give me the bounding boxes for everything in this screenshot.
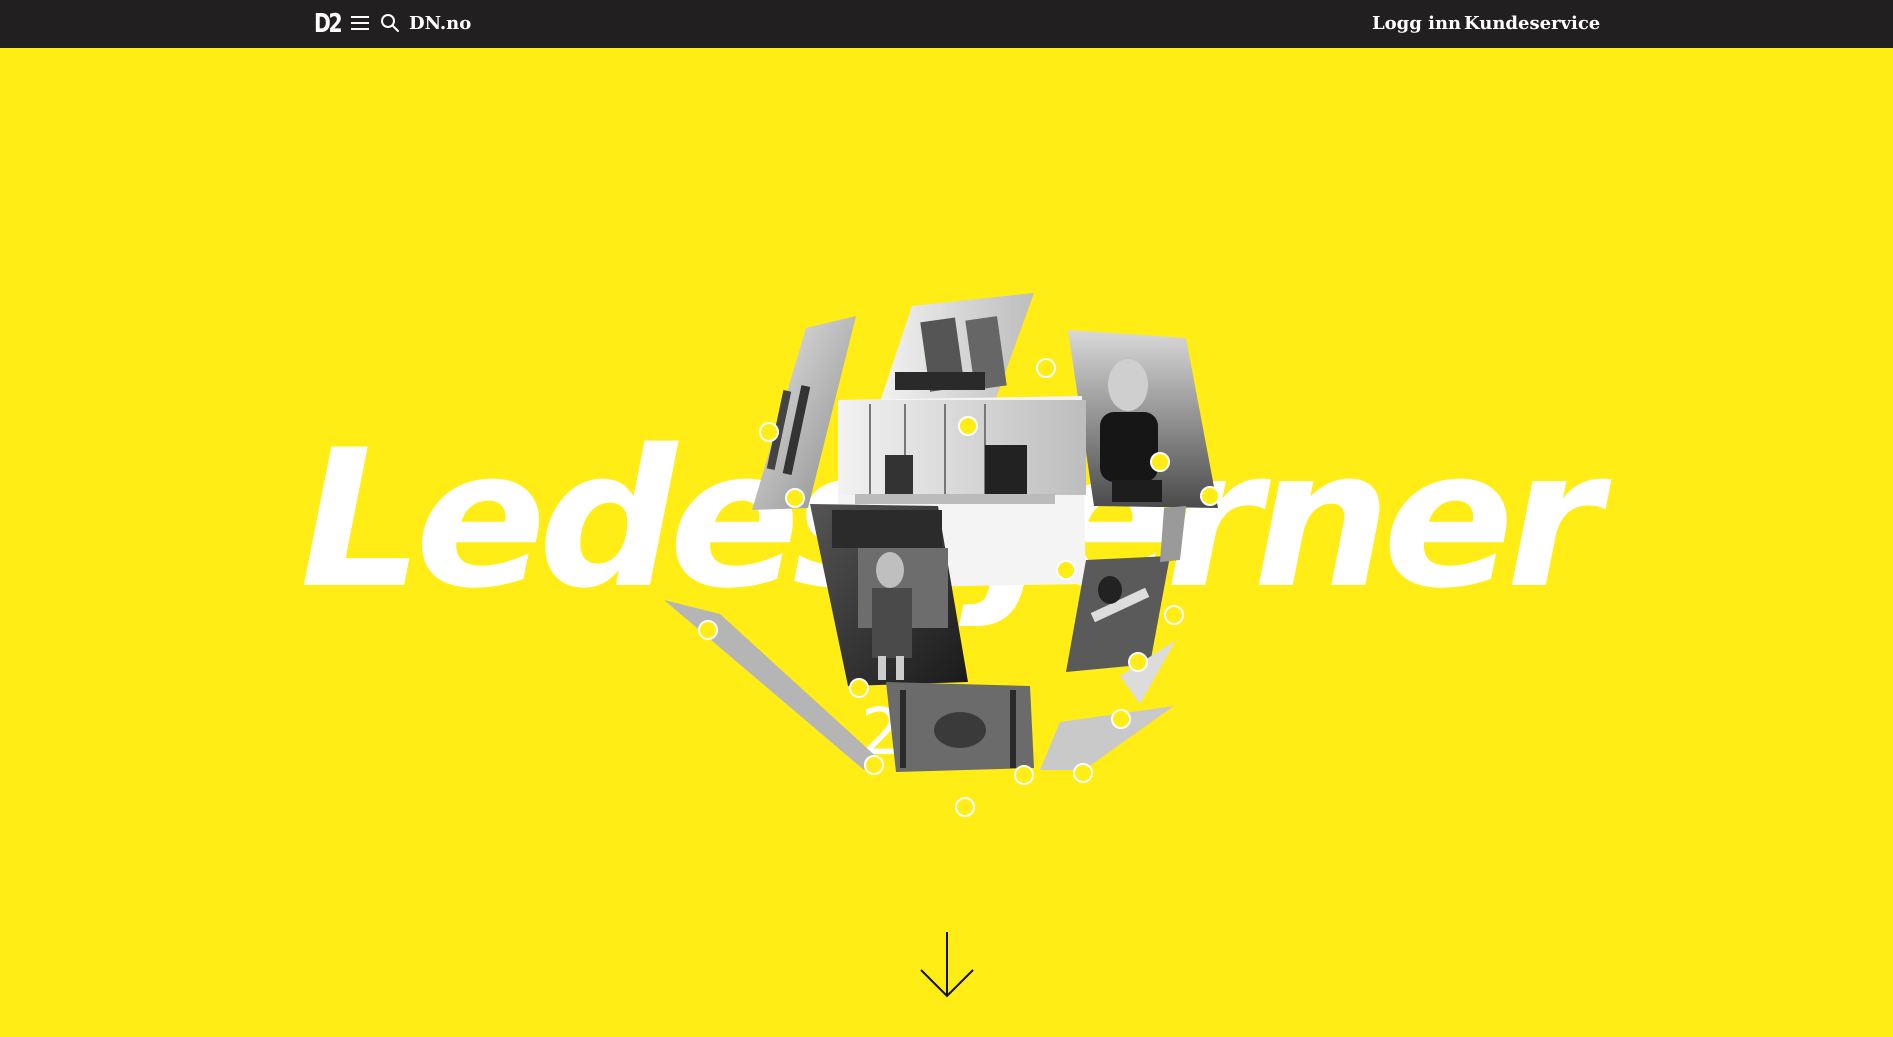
- hotspot-dot[interactable]: [698, 620, 718, 640]
- hotspot-dot[interactable]: [864, 755, 884, 775]
- arrow-down-icon[interactable]: [918, 930, 976, 1000]
- hotspot-dot[interactable]: [785, 488, 805, 508]
- hotspot-dot[interactable]: [759, 422, 779, 442]
- hotspot-dot[interactable]: [1128, 652, 1148, 672]
- hotspot-dot[interactable]: [1111, 709, 1131, 729]
- hotspot-dot[interactable]: [849, 678, 869, 698]
- hotspot-dot[interactable]: [1036, 358, 1056, 378]
- top-navigation-bar: D2 DN.no Logg inn Kundeservice: [0, 0, 1893, 48]
- hamburger-menu-icon[interactable]: [351, 15, 369, 31]
- hotspot-dot[interactable]: [1164, 605, 1184, 625]
- hotspot-dot[interactable]: [1073, 763, 1093, 783]
- dn-home-link[interactable]: DN.no: [409, 12, 471, 36]
- login-link[interactable]: Logg inn: [1372, 12, 1461, 36]
- d2-logo[interactable]: D2: [314, 10, 343, 38]
- portrait-photo-bottom[interactable]: [886, 682, 1034, 772]
- hotspot-dot[interactable]: [1056, 560, 1076, 580]
- customer-service-link[interactable]: Kundeservice: [1464, 12, 1600, 36]
- hotspot-dot[interactable]: [1150, 452, 1170, 472]
- hotspot-dot[interactable]: [958, 416, 978, 436]
- hotspot-dot[interactable]: [955, 797, 975, 817]
- search-icon[interactable]: [380, 13, 400, 33]
- hotspot-dot[interactable]: [1200, 486, 1220, 506]
- hotspot-dot[interactable]: [1014, 765, 1034, 785]
